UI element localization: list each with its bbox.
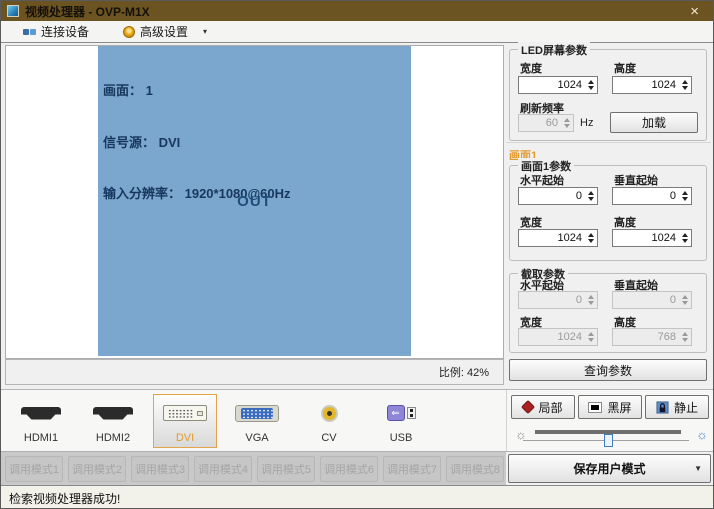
gear-icon bbox=[123, 26, 135, 38]
spinner-arrows bbox=[585, 332, 597, 342]
led-params-group: LED屏幕参数 宽度 高度 1024 1024 刷新频率 60 Hz 加载 bbox=[509, 49, 707, 141]
bottom-section: HDMI1 HDMI2 DVI VGA CV ⇐ USB bbox=[1, 389, 713, 451]
load-button[interactable]: 加载 bbox=[610, 112, 698, 133]
connect-device-button[interactable]: 连接设备 bbox=[15, 21, 97, 42]
spinner-arrows[interactable] bbox=[585, 233, 597, 243]
picture-width-spinner[interactable]: 1024 bbox=[518, 229, 598, 247]
picture-width-label: 宽度 bbox=[520, 214, 542, 230]
blackscreen-button[interactable]: 黑屏 bbox=[578, 395, 642, 419]
cv-icon bbox=[323, 407, 336, 420]
led-params-title: LED屏幕参数 bbox=[518, 42, 590, 58]
title-bar: 视频处理器 - OVP-M1X × bbox=[1, 1, 713, 21]
call-modes-row: 调用模式1 调用模式2 调用模式3 调用模式4 调用模式5 调用模式6 调用模式… bbox=[1, 451, 506, 485]
app-window: 视频处理器 - OVP-M1X × 连接设备 高级设置 ▾ 画面： 1 信号源：… bbox=[0, 0, 714, 509]
vga-icon bbox=[235, 405, 279, 422]
output-canvas: 画面： 1 信号源： DVI 输入分辨率： 1920*1080@60Hz OUT bbox=[5, 45, 504, 359]
settings-dropdown-arrow-icon[interactable]: ▾ bbox=[203, 27, 207, 36]
input-sources: HDMI1 HDMI2 DVI VGA CV ⇐ USB bbox=[9, 394, 433, 448]
mode-button-8[interactable]: 调用模式8 bbox=[446, 456, 504, 482]
mode-button-4[interactable]: 调用模式4 bbox=[194, 456, 252, 482]
led-width-label: 宽度 bbox=[520, 60, 542, 76]
vstart-label: 垂直起始 bbox=[614, 172, 658, 188]
dvi-icon bbox=[163, 405, 207, 421]
capture-hstart-spinner: 0 bbox=[518, 291, 598, 309]
app-icon bbox=[7, 5, 19, 17]
scale-bar: 比例: 42% bbox=[5, 359, 504, 385]
partial-button[interactable]: 局部 bbox=[511, 395, 575, 419]
toolbar: 连接设备 高级设置 ▾ bbox=[1, 21, 713, 43]
hdmi-icon bbox=[21, 407, 61, 420]
spinner-arrows[interactable] bbox=[679, 233, 691, 243]
led-height-label: 高度 bbox=[614, 60, 636, 76]
spinner-arrows bbox=[561, 118, 573, 128]
source-cv[interactable]: CV bbox=[297, 394, 361, 448]
output-controls: 局部 黑屏 静止 ☼ ☼ bbox=[506, 390, 714, 452]
freeze-button[interactable]: 静止 bbox=[645, 395, 709, 419]
out-label: OUT bbox=[98, 46, 411, 356]
source-usb[interactable]: ⇐ USB bbox=[369, 394, 433, 448]
picture1-params-group: 画面1参数 水平起始 垂直起始 0 0 宽度 高度 1024 1024 bbox=[509, 165, 707, 261]
picture-vstart-spinner[interactable]: 0 bbox=[612, 187, 692, 205]
advanced-settings-label: 高级设置 bbox=[140, 23, 188, 40]
brightness-slider: ☼ ☼ bbox=[507, 424, 714, 448]
picture-hstart-spinner[interactable]: 0 bbox=[518, 187, 598, 205]
status-message: 检索视频处理器成功! bbox=[9, 490, 120, 507]
partial-icon bbox=[521, 400, 535, 414]
led-height-spinner[interactable]: 1024 bbox=[612, 76, 692, 94]
source-hdmi1[interactable]: HDMI1 bbox=[9, 394, 73, 448]
scale-label: 比例: 42% bbox=[439, 364, 489, 380]
panel-separator bbox=[506, 142, 711, 143]
capture-vstart-spinner: 0 bbox=[612, 291, 692, 309]
spinner-arrows[interactable] bbox=[679, 80, 691, 90]
save-mode-area: 保存用户模式 ▼ bbox=[506, 451, 714, 485]
picture-preview-window[interactable]: 画面： 1 信号源： DVI 输入分辨率： 1920*1080@60Hz OUT bbox=[98, 46, 411, 356]
mode-button-2[interactable]: 调用模式2 bbox=[68, 456, 126, 482]
hstart-label: 水平起始 bbox=[520, 172, 564, 188]
brightness-high-icon: ☼ bbox=[696, 428, 708, 441]
source-hdmi2[interactable]: HDMI2 bbox=[81, 394, 145, 448]
mode-button-6[interactable]: 调用模式6 bbox=[320, 456, 378, 482]
close-button[interactable]: × bbox=[682, 4, 707, 19]
status-bar: 检索视频处理器成功! bbox=[1, 485, 713, 509]
picture-height-spinner[interactable]: 1024 bbox=[612, 229, 692, 247]
source-dvi[interactable]: DVI bbox=[153, 394, 217, 448]
advanced-settings-button[interactable]: 高级设置 ▾ bbox=[115, 21, 215, 42]
usb-icon: ⇐ bbox=[387, 405, 416, 421]
capture-width-spinner: 1024 bbox=[518, 328, 598, 346]
spinner-arrows bbox=[679, 295, 691, 305]
spinner-arrows bbox=[679, 332, 691, 342]
slider-handle[interactable] bbox=[604, 434, 613, 447]
save-user-mode-button[interactable]: 保存用户模式 ▼ bbox=[508, 454, 711, 483]
spinner-arrows[interactable] bbox=[585, 80, 597, 90]
hdmi-icon bbox=[93, 407, 133, 420]
hz-unit-label: Hz bbox=[580, 117, 593, 129]
query-params-button[interactable]: 查询参数 bbox=[509, 359, 707, 381]
source-vga[interactable]: VGA bbox=[225, 394, 289, 448]
mode-button-3[interactable]: 调用模式3 bbox=[131, 456, 189, 482]
refresh-rate-spinner: 60 bbox=[518, 114, 574, 132]
mode-button-7[interactable]: 调用模式7 bbox=[383, 456, 441, 482]
window-title: 视频处理器 - OVP-M1X bbox=[25, 3, 682, 20]
plug-icon bbox=[23, 29, 36, 35]
black-screen-icon bbox=[588, 402, 602, 413]
led-width-spinner[interactable]: 1024 bbox=[518, 76, 598, 94]
mode-button-5[interactable]: 调用模式5 bbox=[257, 456, 315, 482]
mode-button-1[interactable]: 调用模式1 bbox=[5, 456, 63, 482]
freeze-lock-icon bbox=[656, 401, 669, 414]
capture-height-spinner: 768 bbox=[612, 328, 692, 346]
spinner-arrows[interactable] bbox=[679, 191, 691, 201]
capture-params-group: 截取参数 水平起始 垂直起始 0 0 宽度 高度 1024 768 bbox=[509, 273, 707, 353]
connect-device-label: 连接设备 bbox=[41, 23, 89, 40]
spinner-arrows[interactable] bbox=[585, 191, 597, 201]
picture-height-label: 高度 bbox=[614, 214, 636, 230]
spinner-arrows bbox=[585, 295, 597, 305]
save-mode-dropdown-arrow-icon[interactable]: ▼ bbox=[694, 464, 702, 473]
